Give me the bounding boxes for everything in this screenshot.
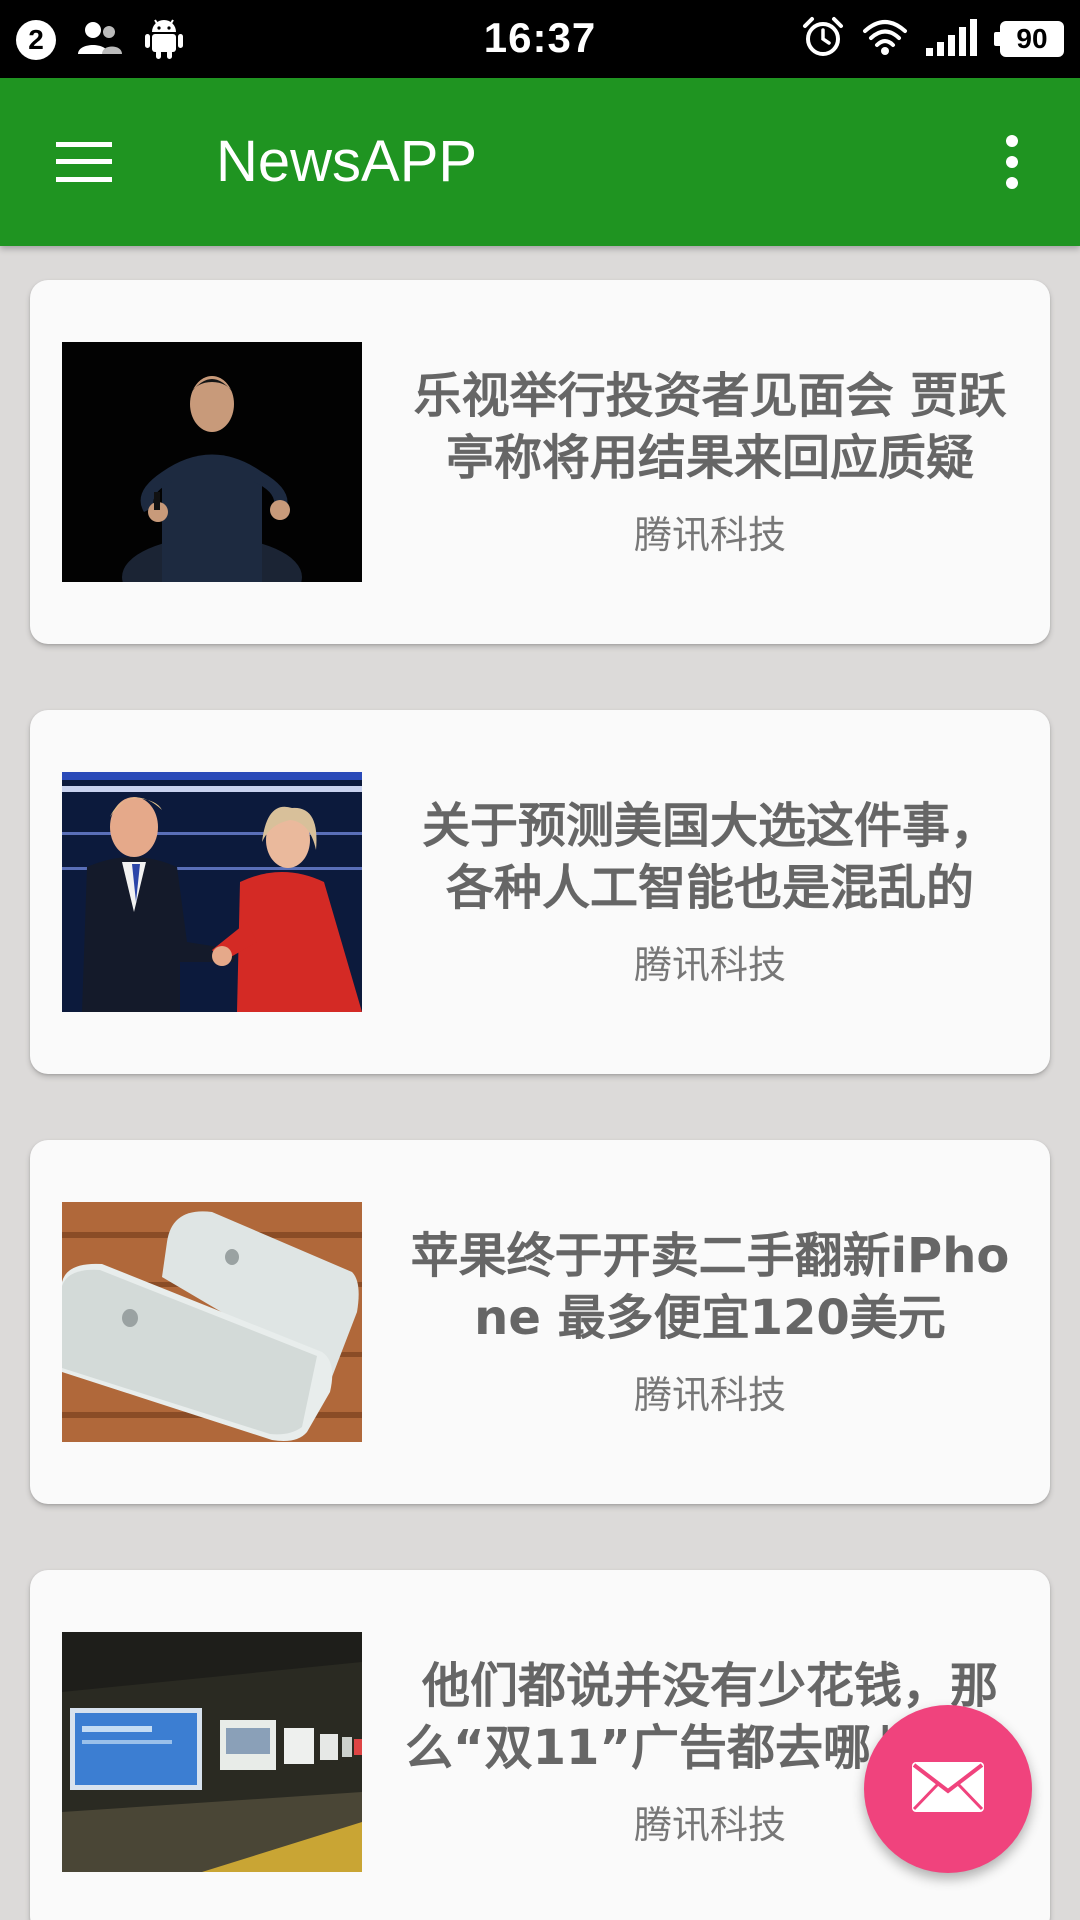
menu-button[interactable]: [40, 118, 128, 206]
news-card[interactable]: 苹果终于开卖二手翻新iPhone 最多便宜120美元 腾讯科技: [30, 1140, 1050, 1504]
news-title: 乐视举行投资者见面会 贾跃亭称将用结果来回应质疑: [413, 368, 1007, 486]
compose-mail-button[interactable]: [864, 1705, 1032, 1873]
overflow-menu-button[interactable]: [972, 118, 1052, 206]
news-title: 苹果终于开卖二手翻新iPhone 最多便宜120美元: [410, 1228, 1010, 1346]
news-card-text: 苹果终于开卖二手翻新iPhone 最多便宜120美元 腾讯科技: [390, 1140, 1030, 1504]
status-bar: 2 16:37 90: [0, 0, 1080, 78]
news-card-text: 关于预测美国大选这件事，各种人工智能也是混乱的 腾讯科技: [390, 710, 1030, 1074]
speaker-on-stage-photo: [62, 342, 362, 582]
alarm-icon: [802, 16, 844, 62]
wifi-icon: [862, 17, 908, 61]
app-bar: NewsAPP: [0, 78, 1080, 246]
mail-icon: [910, 1760, 986, 1818]
more-vert-icon: [1006, 135, 1018, 147]
candidates-handshake-photo: [62, 772, 362, 1012]
app-title: NewsAPP: [216, 129, 478, 194]
status-right-icons: 90: [802, 16, 1064, 62]
news-source: 腾讯科技: [633, 1373, 786, 1417]
signal-icon: [926, 18, 982, 60]
news-app-screen: 2 16:37 90 NewsAPP 乐视举行投资者见面会 贾跃亭称将用结果来回…: [0, 0, 1080, 1920]
news-card[interactable]: 关于预测美国大选这件事，各种人工智能也是混乱的 腾讯科技: [30, 710, 1050, 1074]
news-source: 腾讯科技: [633, 1803, 786, 1847]
news-source: 腾讯科技: [633, 513, 786, 557]
battery-icon: 90: [994, 21, 1064, 57]
hamburger-menu-icon: [56, 142, 112, 182]
subway-billboards-photo: [62, 1632, 362, 1872]
news-source: 腾讯科技: [633, 943, 786, 987]
iphones-on-table-photo: [62, 1202, 362, 1442]
news-card[interactable]: 乐视举行投资者见面会 贾跃亭称将用结果来回应质疑 腾讯科技: [30, 280, 1050, 644]
news-card-text: 乐视举行投资者见面会 贾跃亭称将用结果来回应质疑 腾讯科技: [390, 280, 1030, 644]
news-title: 关于预测美国大选这件事，各种人工智能也是混乱的: [421, 798, 998, 916]
